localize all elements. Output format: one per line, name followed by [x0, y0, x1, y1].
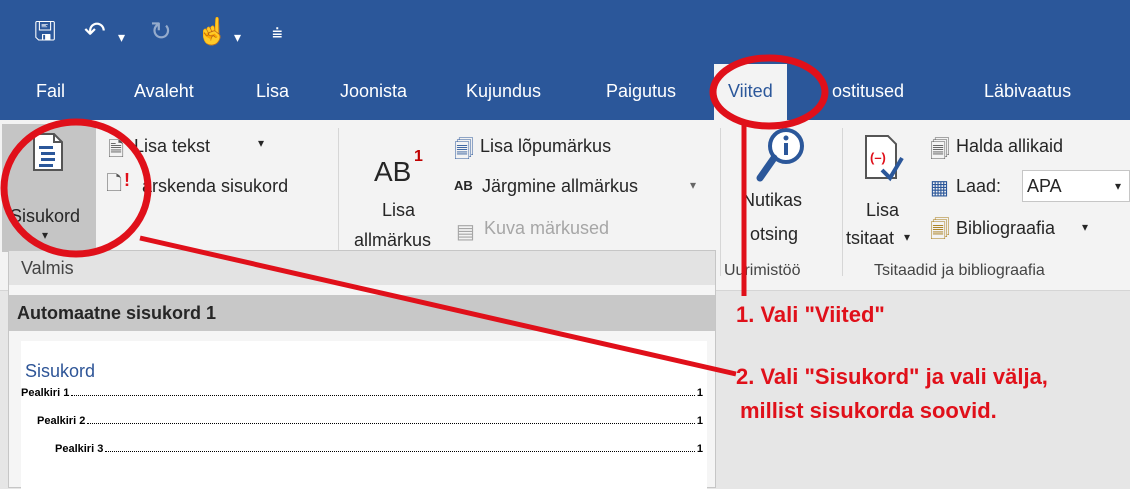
annotation-step-2-line-1: 2. Vali "Sisukord" ja vali välja, — [736, 364, 1048, 389]
sisukord-highlight-ring — [0, 118, 152, 258]
sisukord-pointer-line — [139, 235, 737, 377]
viited-highlight-ring — [709, 54, 829, 130]
annotation-step-2-line-2: millist sisukorda soovid. — [740, 398, 997, 423]
annotation-step-1: 1. Vali "Viited" — [736, 302, 885, 327]
